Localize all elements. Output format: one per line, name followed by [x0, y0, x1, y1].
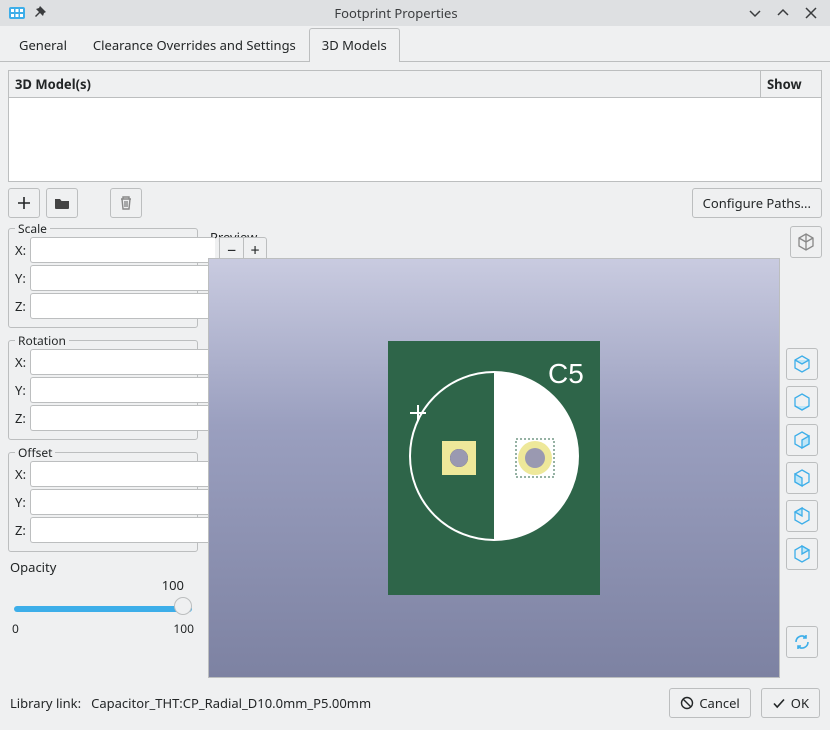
rotation-y-input[interactable]: [30, 377, 215, 403]
models-list: 3D Model(s) Show: [8, 70, 822, 182]
models-header: 3D Model(s): [9, 71, 761, 97]
offset-y-input[interactable]: [30, 489, 215, 515]
rotation-group: Rotation X: −+ Y: −+ Z: −+: [8, 340, 198, 440]
rotation-z-label: Z:: [15, 409, 26, 427]
scale-x-label: X:: [15, 241, 26, 259]
view-right-button[interactable]: [786, 538, 818, 570]
close-button[interactable]: [800, 2, 822, 24]
offset-x-input[interactable]: [30, 461, 215, 487]
configure-paths-button[interactable]: Configure Paths...: [692, 188, 822, 218]
scale-y-label: Y:: [15, 269, 26, 287]
view-top-button[interactable]: [786, 348, 818, 380]
view-left-button[interactable]: [786, 500, 818, 532]
offset-group: Offset X: −+ Y: −+ Z: −+: [8, 452, 198, 552]
opacity-min-label: 0: [12, 620, 19, 637]
minimize-button[interactable]: [744, 2, 766, 24]
rotation-x-input[interactable]: [30, 349, 215, 375]
library-link-label: Library link:: [10, 694, 81, 712]
ok-label: OK: [791, 694, 809, 712]
preview-title: Preview: [208, 226, 784, 250]
rotation-x-label: X:: [15, 353, 26, 371]
opacity-group: Opacity 100 0 100: [8, 556, 198, 643]
models-list-body[interactable]: [9, 98, 821, 181]
offset-y-label: Y:: [15, 493, 26, 511]
refresh-preview-button[interactable]: [786, 626, 818, 658]
scale-group: Scale X: − + Y: − +: [8, 228, 198, 328]
scale-z-label: Z:: [15, 297, 26, 315]
view-back-button[interactable]: [786, 462, 818, 494]
silkscreen-text: C5: [548, 358, 584, 389]
tab-general[interactable]: General: [6, 28, 80, 62]
library-link-value: Capacitor_THT:CP_Radial_D10.0mm_P5.00mm: [91, 694, 371, 712]
opacity-slider[interactable]: [14, 606, 192, 612]
scale-title: Scale: [15, 220, 50, 237]
window-title: Footprint Properties: [54, 4, 738, 22]
footer: Library link: Capacitor_THT:CP_Radial_D1…: [0, 678, 830, 730]
opacity-max-label: 100: [173, 620, 194, 637]
scale-y-input[interactable]: [30, 265, 215, 291]
add-model-button[interactable]: [8, 188, 40, 218]
rotation-z-input[interactable]: [30, 405, 215, 431]
preview-scene: C5: [388, 341, 600, 595]
rotation-y-label: Y:: [15, 381, 26, 399]
titlebar: Footprint Properties: [0, 0, 830, 26]
pin-icon[interactable]: [32, 5, 48, 21]
offset-title: Offset: [15, 444, 55, 461]
view-bottom-button[interactable]: [786, 386, 818, 418]
tab-3d-models[interactable]: 3D Models: [309, 28, 400, 62]
maximize-button[interactable]: [772, 2, 794, 24]
show-header: Show: [761, 71, 821, 97]
ok-button[interactable]: OK: [761, 688, 820, 718]
preview-iso-button[interactable]: [790, 226, 822, 258]
scale-x-input[interactable]: [30, 237, 215, 263]
tab-bar: General Clearance Overrides and Settings…: [0, 26, 830, 62]
tab-clearance[interactable]: Clearance Overrides and Settings: [80, 28, 309, 62]
scale-z-input[interactable]: [30, 293, 215, 319]
offset-z-label: Z:: [15, 521, 26, 539]
opacity-title: Opacity: [10, 558, 196, 576]
delete-model-button[interactable]: [110, 188, 142, 218]
offset-x-label: X:: [15, 465, 26, 483]
cancel-label: Cancel: [699, 694, 739, 712]
view-front-button[interactable]: [786, 424, 818, 456]
cancel-button[interactable]: Cancel: [669, 688, 750, 718]
browse-model-button[interactable]: [46, 188, 78, 218]
ok-icon: [772, 696, 786, 710]
cancel-icon: [680, 696, 694, 710]
offset-z-input[interactable]: [30, 517, 215, 543]
opacity-value-label: 100: [10, 576, 196, 594]
app-icon: [8, 4, 26, 22]
rotation-title: Rotation: [15, 332, 69, 349]
preview-viewport[interactable]: C5: [208, 258, 780, 678]
